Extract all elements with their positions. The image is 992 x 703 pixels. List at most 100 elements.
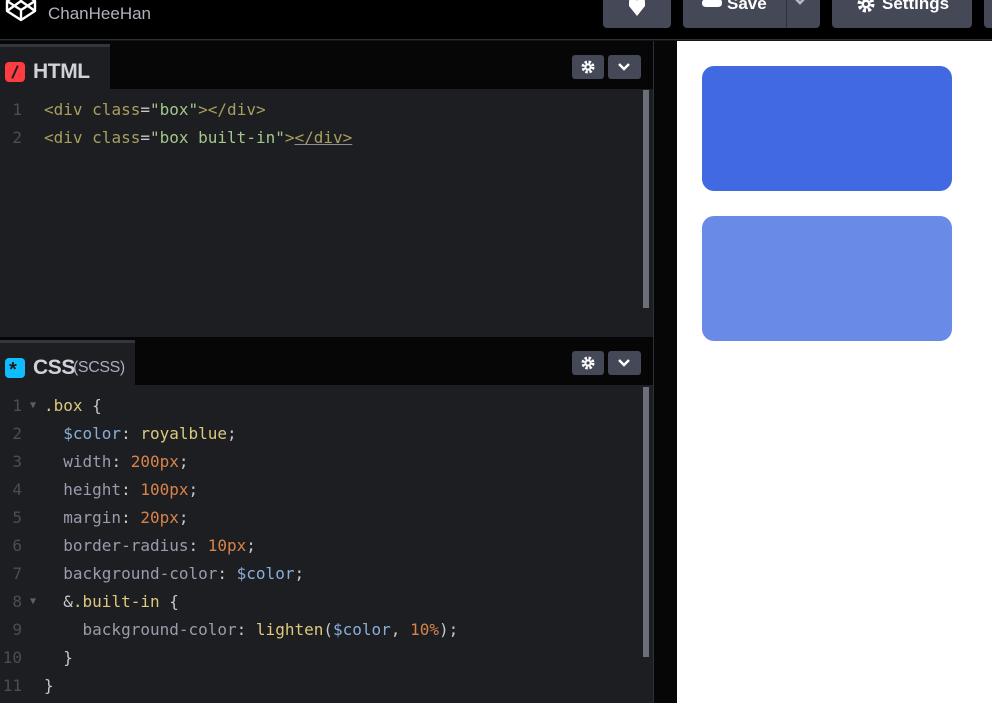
resize-handle[interactable]	[653, 41, 677, 703]
tab-css[interactable]: CSS (SCSS)	[0, 340, 135, 385]
chevron-down-icon	[618, 63, 630, 71]
code-token: =	[140, 100, 150, 119]
code-token: );	[438, 620, 459, 639]
line-number: 8	[12, 592, 22, 611]
code-token: background-color	[82, 620, 237, 639]
code-token: :	[217, 564, 237, 583]
css-scrollbar[interactable]	[643, 387, 649, 657]
code-token: height	[63, 480, 122, 499]
code-text: width: 200px;	[44, 448, 188, 476]
code-token: :	[121, 508, 141, 527]
line-number: 7	[12, 564, 22, 583]
code-token: </div>	[294, 128, 353, 147]
more-button[interactable]	[984, 0, 992, 28]
fold-arrow-icon[interactable]: ▼	[30, 588, 36, 616]
code-line: 1 <div class="box"></div>	[0, 96, 653, 124]
code-token: margin	[63, 508, 122, 527]
code-token: class	[92, 128, 141, 147]
code-token: ;	[178, 508, 189, 527]
code-text: background-color: $color;	[44, 560, 304, 588]
code-text: height: 100px;	[44, 476, 198, 504]
code-token: 20px	[140, 508, 179, 527]
line-number: 1	[12, 100, 22, 119]
code-token: 100px	[140, 480, 189, 499]
top-bar: ChanHeeHan Save Settings	[0, 0, 992, 40]
code-token: :	[121, 480, 141, 499]
cloud-icon	[702, 0, 722, 7]
chevron-down-icon	[618, 359, 630, 367]
html-pane-header: HTML	[0, 41, 653, 89]
code-token: "box"	[149, 100, 199, 119]
line-number: 4	[12, 480, 22, 499]
line-number: 2	[12, 424, 22, 443]
line-number: 6	[12, 536, 22, 555]
html-pane-title: HTML	[33, 60, 90, 83]
html-settings-button[interactable]	[572, 55, 604, 79]
code-token: 10%	[410, 620, 439, 639]
code-text: <div class="box"></div>	[44, 96, 266, 124]
save-button[interactable]: Save	[683, 0, 820, 28]
code-token: &	[44, 592, 73, 611]
code-line: 6 border-radius: 10px;	[0, 532, 653, 560]
html-scrollbar[interactable]	[643, 90, 649, 308]
css-code-editor[interactable]: 1 ▼ .box {2 $color: royalblue; 3 width: 200…	[0, 392, 653, 700]
html-collapse-button[interactable]	[608, 55, 641, 79]
html-badge-icon	[5, 62, 25, 82]
line-number: 3	[12, 452, 22, 471]
css-collapse-button[interactable]	[608, 351, 641, 375]
code-line: 2 <div class="box built-in"></div>	[0, 124, 653, 152]
code-token: royalblue	[140, 424, 228, 443]
code-token: {	[82, 396, 102, 415]
username[interactable]: ChanHeeHan	[48, 4, 151, 24]
code-token: :	[236, 620, 256, 639]
preview-box	[702, 66, 952, 191]
settings-button[interactable]: Settings	[832, 0, 972, 28]
line-number: 10	[2, 648, 22, 667]
html-code-editor[interactable]: 1 <div class="box"></div> 2 <div class="box…	[0, 96, 653, 152]
fold-arrow-icon[interactable]: ▼	[30, 392, 36, 420]
code-text: }	[44, 644, 73, 672]
code-token: .built-in	[72, 592, 160, 611]
code-token: $color	[63, 424, 122, 443]
code-token: ;	[294, 564, 305, 583]
heart-icon	[629, 0, 645, 16]
like-button[interactable]	[603, 0, 671, 28]
preview-box-built-in	[702, 216, 952, 341]
preview-pane	[677, 41, 992, 703]
codepen-logo-icon[interactable]	[4, 0, 38, 22]
code-token: :	[188, 536, 208, 555]
code-token: background-color	[63, 564, 218, 583]
code-text: $color: royalblue;	[44, 420, 237, 448]
code-line: 3 width: 200px;	[0, 448, 653, 476]
tab-html[interactable]: HTML	[0, 44, 110, 89]
line-number: 2	[12, 128, 22, 147]
code-token: $color	[236, 564, 295, 583]
code-token: :	[121, 424, 141, 443]
css-pane-title: CSS	[33, 356, 75, 379]
code-token: ;	[227, 424, 237, 443]
line-number: 9	[12, 620, 22, 639]
chevron-down-icon[interactable]	[793, 0, 807, 6]
gear-icon	[857, 0, 875, 13]
code-token: $color	[333, 620, 391, 639]
line-number: 1	[12, 396, 22, 415]
css-settings-button[interactable]	[572, 351, 604, 375]
code-text: border-radius: 10px;	[44, 532, 256, 560]
code-token: ,	[390, 620, 411, 639]
code-token: =	[140, 128, 150, 147]
code-line: 10 }	[0, 644, 653, 672]
code-token: ></div>	[198, 100, 266, 119]
code-text: .box {	[44, 392, 102, 420]
code-token: border-radius	[63, 536, 189, 555]
code-token: class	[92, 100, 141, 119]
css-preprocessor-label: (SCSS)	[73, 359, 125, 376]
save-label: Save	[727, 0, 767, 13]
css-badge-icon	[5, 358, 25, 382]
code-line: 1 ▼ .box {	[0, 392, 653, 420]
